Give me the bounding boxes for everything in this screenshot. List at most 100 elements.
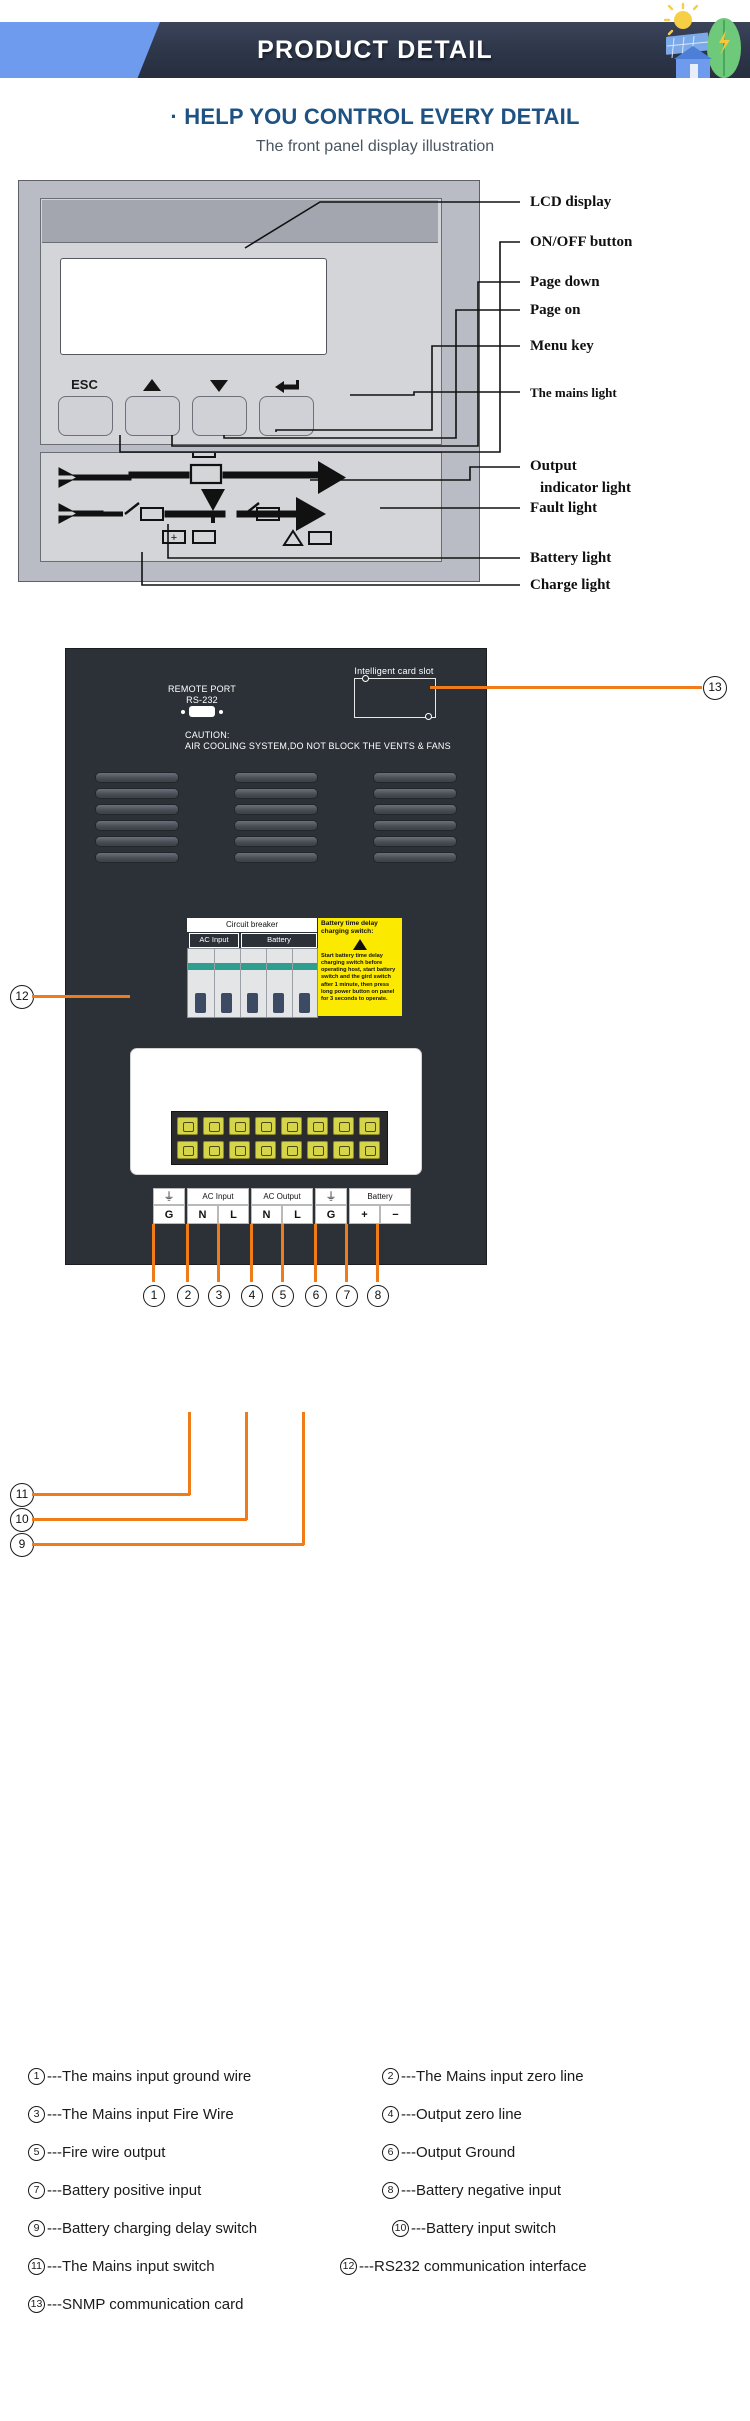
callout-line-9-v xyxy=(302,1412,305,1545)
legend-item-2: 2 --- The Mains input zero line xyxy=(382,2068,584,2085)
terminal-legend-row: ⏚ G AC Input N L AC Output N L ⏚ G Batte… xyxy=(153,1188,411,1224)
legend-text: RS232 communication interface xyxy=(374,2258,587,2275)
legend-item-13: 13 --- SNMP communication card xyxy=(28,2296,243,2313)
legend-row: 11 --- The Mains input switch 12 --- RS2… xyxy=(20,2258,732,2296)
legend-row: 1 --- The mains input ground wire 2 --- … xyxy=(20,2068,732,2106)
rear-panel-illustration: REMOTE PORT RS-232 Intelligent card slot… xyxy=(65,648,487,1265)
section-subheading: The front panel display illustration xyxy=(255,138,495,155)
breaker-lever-4[interactable] xyxy=(273,993,284,1013)
callout-charge-light: Charge light xyxy=(530,577,611,593)
number-marker-13: 13 xyxy=(703,676,727,700)
legend-text: The mains input ground wire xyxy=(62,2068,252,2085)
callout-menu-key: Menu key xyxy=(530,338,594,354)
number-marker-2: 2 xyxy=(177,1285,199,1307)
legend-number: 5 xyxy=(28,2144,45,2161)
breaker-lever-5[interactable] xyxy=(299,993,310,1013)
number-marker-9: 9 xyxy=(10,1533,34,1557)
breaker-lever-2[interactable] xyxy=(221,993,232,1013)
terminal-block xyxy=(171,1111,388,1165)
callout-output-indicator-light-line1: Output xyxy=(530,458,577,474)
legend-dash: --- xyxy=(47,2106,62,2123)
warning-title: Battery time delay charging switch: xyxy=(321,920,378,936)
terminal-l1: L xyxy=(218,1205,249,1224)
legend-text: Fire wire output xyxy=(62,2144,166,2161)
legend-row: 13 --- SNMP communication card xyxy=(20,2296,732,2334)
rs232-screw-left xyxy=(181,710,185,714)
legend-text: The Mains input switch xyxy=(62,2258,215,2275)
legend-item-12: 12 --- RS232 communication interface xyxy=(340,2258,587,2275)
wire-stub-2 xyxy=(186,1224,189,1282)
caution-label: CAUTION: xyxy=(185,730,230,740)
legend-text: SNMP communication card xyxy=(62,2296,244,2313)
section-heading: · HELP YOU CONTROL EVERY DETAIL xyxy=(170,104,580,129)
legend-number: 12 xyxy=(340,2258,357,2275)
callout-line-9 xyxy=(32,1543,304,1546)
circuit-breaker-assembly: Circuit breaker AC Input Battery Battery… xyxy=(187,918,402,1018)
terminal-n2: N xyxy=(251,1205,282,1224)
legend-text: Battery input switch xyxy=(426,2220,557,2237)
warning-body: Start battery time delay charging switch… xyxy=(321,952,396,1002)
callout-mains-light: The mains light xyxy=(530,385,617,400)
legend-row: 7 --- Battery positive input 8 --- Batte… xyxy=(20,2182,732,2220)
callout-fault-light: Fault light xyxy=(530,500,598,516)
legend-item-5: 5 --- Fire wire output xyxy=(28,2144,165,2161)
legend-number: 6 xyxy=(382,2144,399,2161)
terminal-l2: L xyxy=(282,1205,313,1224)
callout-line-11-v xyxy=(188,1412,191,1495)
breaker-ac-input-label: AC Input xyxy=(189,933,239,948)
terminal-legend-list: 1 --- The mains input ground wire 2 --- … xyxy=(20,2068,732,2334)
legend-dash: --- xyxy=(401,2106,416,2123)
wire-stub-5 xyxy=(281,1224,284,1282)
legend-dash: --- xyxy=(401,2144,416,2161)
legend-text: The Mains input zero line xyxy=(416,2068,584,2085)
product-detail-banner: PRODUCT DETAIL xyxy=(0,2,750,78)
legend-item-4: 4 --- Output zero line xyxy=(382,2106,522,2123)
breaker-lever-3[interactable] xyxy=(247,993,258,1013)
breaker-lever-1[interactable] xyxy=(195,993,206,1013)
terminal-bat-plus: + xyxy=(349,1205,380,1224)
legend-text: Battery negative input xyxy=(416,2182,562,2199)
legend-item-7: 7 --- Battery positive input xyxy=(28,2182,201,2199)
legend-number: 8 xyxy=(382,2182,399,2199)
wire-stub-3 xyxy=(217,1224,220,1282)
number-marker-10: 10 xyxy=(10,1508,34,1532)
number-marker-1: 1 xyxy=(143,1285,165,1307)
number-marker-6: 6 xyxy=(305,1285,327,1307)
legend-text: Output zero line xyxy=(416,2106,522,2123)
card-slot-label: Intelligent card slot xyxy=(354,666,434,676)
legend-text: Battery positive input xyxy=(62,2182,202,2199)
legend-dash: --- xyxy=(401,2182,416,2199)
number-marker-3: 3 xyxy=(208,1285,230,1307)
terminal-bat-minus: − xyxy=(380,1205,411,1224)
battery-group-label: Battery xyxy=(349,1188,411,1205)
legend-item-6: 6 --- Output Ground xyxy=(382,2144,515,2161)
legend-dash: --- xyxy=(411,2220,426,2237)
legend-row: 3 --- The Mains input Fire Wire 4 --- Ou… xyxy=(20,2106,732,2144)
callout-battery-light: Battery light xyxy=(530,550,612,566)
card-slot-screw-top xyxy=(362,675,369,682)
legend-item-8: 8 --- Battery negative input xyxy=(382,2182,561,2199)
legend-dash: --- xyxy=(47,2144,62,2161)
warning-triangle-icon xyxy=(353,938,367,950)
legend-number: 13 xyxy=(28,2296,45,2313)
legend-number: 11 xyxy=(28,2258,45,2275)
intelligent-card-slot xyxy=(354,678,436,718)
number-marker-7: 7 xyxy=(336,1285,358,1307)
legend-text: The Mains input Fire Wire xyxy=(62,2106,234,2123)
ac-input-group-label: AC Input xyxy=(187,1188,249,1205)
card-slot-screw-bottom xyxy=(425,713,432,720)
legend-number: 3 xyxy=(28,2106,45,2123)
legend-number: 1 xyxy=(28,2068,45,2085)
wire-stub-1 xyxy=(152,1224,155,1282)
remote-port-label-line2: RS-232 xyxy=(186,695,218,705)
callout-onoff-button: ON/OFF button xyxy=(530,234,633,250)
remote-port-label-line1: REMOTE PORT xyxy=(167,684,237,694)
number-marker-8: 8 xyxy=(367,1285,389,1307)
number-marker-5: 5 xyxy=(272,1285,294,1307)
callout-page-on: Page on xyxy=(530,302,581,318)
number-marker-12: 12 xyxy=(10,985,34,1009)
legend-dash: --- xyxy=(47,2068,62,2085)
wire-stub-8 xyxy=(376,1224,379,1282)
legend-number: 2 xyxy=(382,2068,399,2085)
solar-house-icon xyxy=(663,2,741,78)
